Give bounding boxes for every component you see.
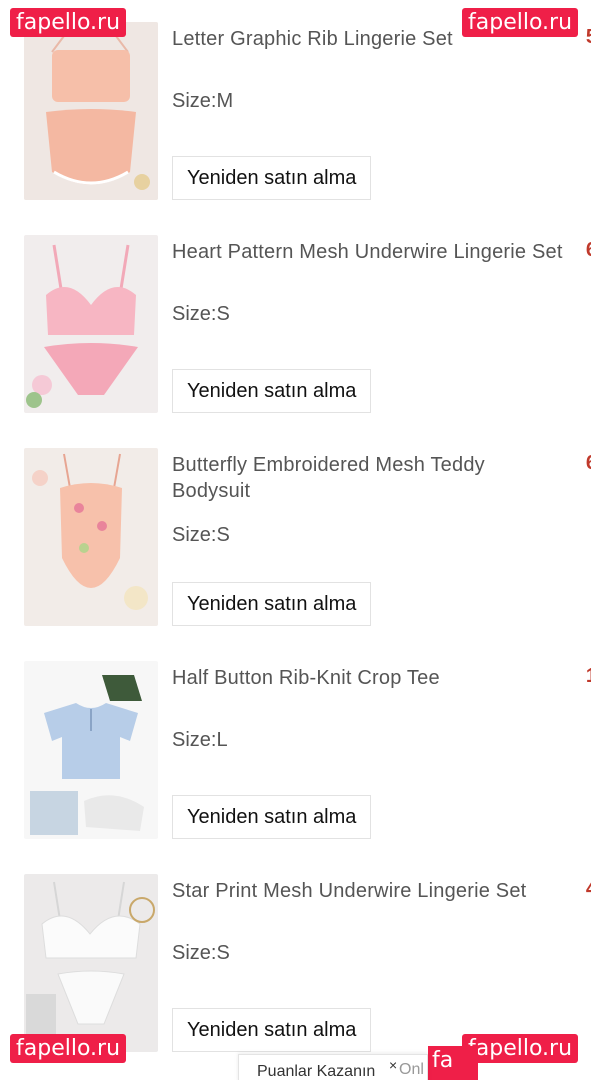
product-title[interactable]: Butterfly Embroidered Mesh Teddy Bodysui… [172, 452, 532, 504]
product-title[interactable]: Half Button Rib-Knit Crop Tee [172, 665, 587, 691]
list-item: Butterfly Embroidered Mesh Teddy Bodysui… [0, 448, 591, 648]
list-item: Letter Graphic Rib Lingerie Set Size:M 5… [0, 22, 591, 222]
product-price: 6 [586, 452, 591, 475]
earn-points-label: Puanlar Kazanın [257, 1063, 376, 1080]
product-title[interactable]: Star Print Mesh Underwire Lingerie Set [172, 878, 587, 904]
product-price: 1 [586, 665, 591, 688]
watermark-logo-fragment: fa [428, 1046, 478, 1080]
product-image-lingerie-set[interactable] [24, 874, 158, 1052]
product-price: 5 [586, 26, 591, 49]
product-price: 6 [586, 239, 591, 262]
product-image-bodysuit[interactable] [24, 448, 158, 626]
earn-points-banner[interactable]: Puanlar Kazanın × Onl [238, 1054, 428, 1080]
product-price: 4 [586, 878, 591, 901]
product-size: Size:M [172, 90, 234, 112]
rebuy-button[interactable]: Yeniden satın alma [172, 795, 372, 839]
product-size: Size:S [172, 303, 230, 325]
rebuy-button[interactable]: Yeniden satın alma [172, 1008, 372, 1052]
watermark-logo: fapello.ru [462, 8, 579, 37]
product-image-lingerie-set[interactable] [24, 235, 158, 413]
list-item: Half Button Rib-Knit Crop Tee Size:L 1 Y… [0, 661, 591, 861]
product-size: Size:S [172, 942, 230, 964]
list-item: Heart Pattern Mesh Underwire Lingerie Se… [0, 235, 591, 435]
watermark-logo: fapello.ru [10, 1034, 127, 1063]
rebuy-button[interactable]: Yeniden satın alma [172, 582, 372, 626]
rebuy-button[interactable]: Yeniden satın alma [172, 156, 372, 200]
close-icon[interactable]: × [389, 1057, 397, 1073]
product-size: Size:S [172, 524, 230, 546]
product-size: Size:L [172, 729, 228, 751]
product-title[interactable]: Heart Pattern Mesh Underwire Lingerie Se… [172, 239, 587, 265]
rebuy-button[interactable]: Yeniden satın alma [172, 369, 372, 413]
watermark-logo: fapello.ru [10, 8, 127, 37]
product-image-crop-tee[interactable] [24, 661, 158, 839]
product-image-lingerie-set[interactable] [24, 22, 158, 200]
watermark-logo: fapello.ru [462, 1034, 579, 1063]
online-text: Onl [399, 1061, 424, 1078]
